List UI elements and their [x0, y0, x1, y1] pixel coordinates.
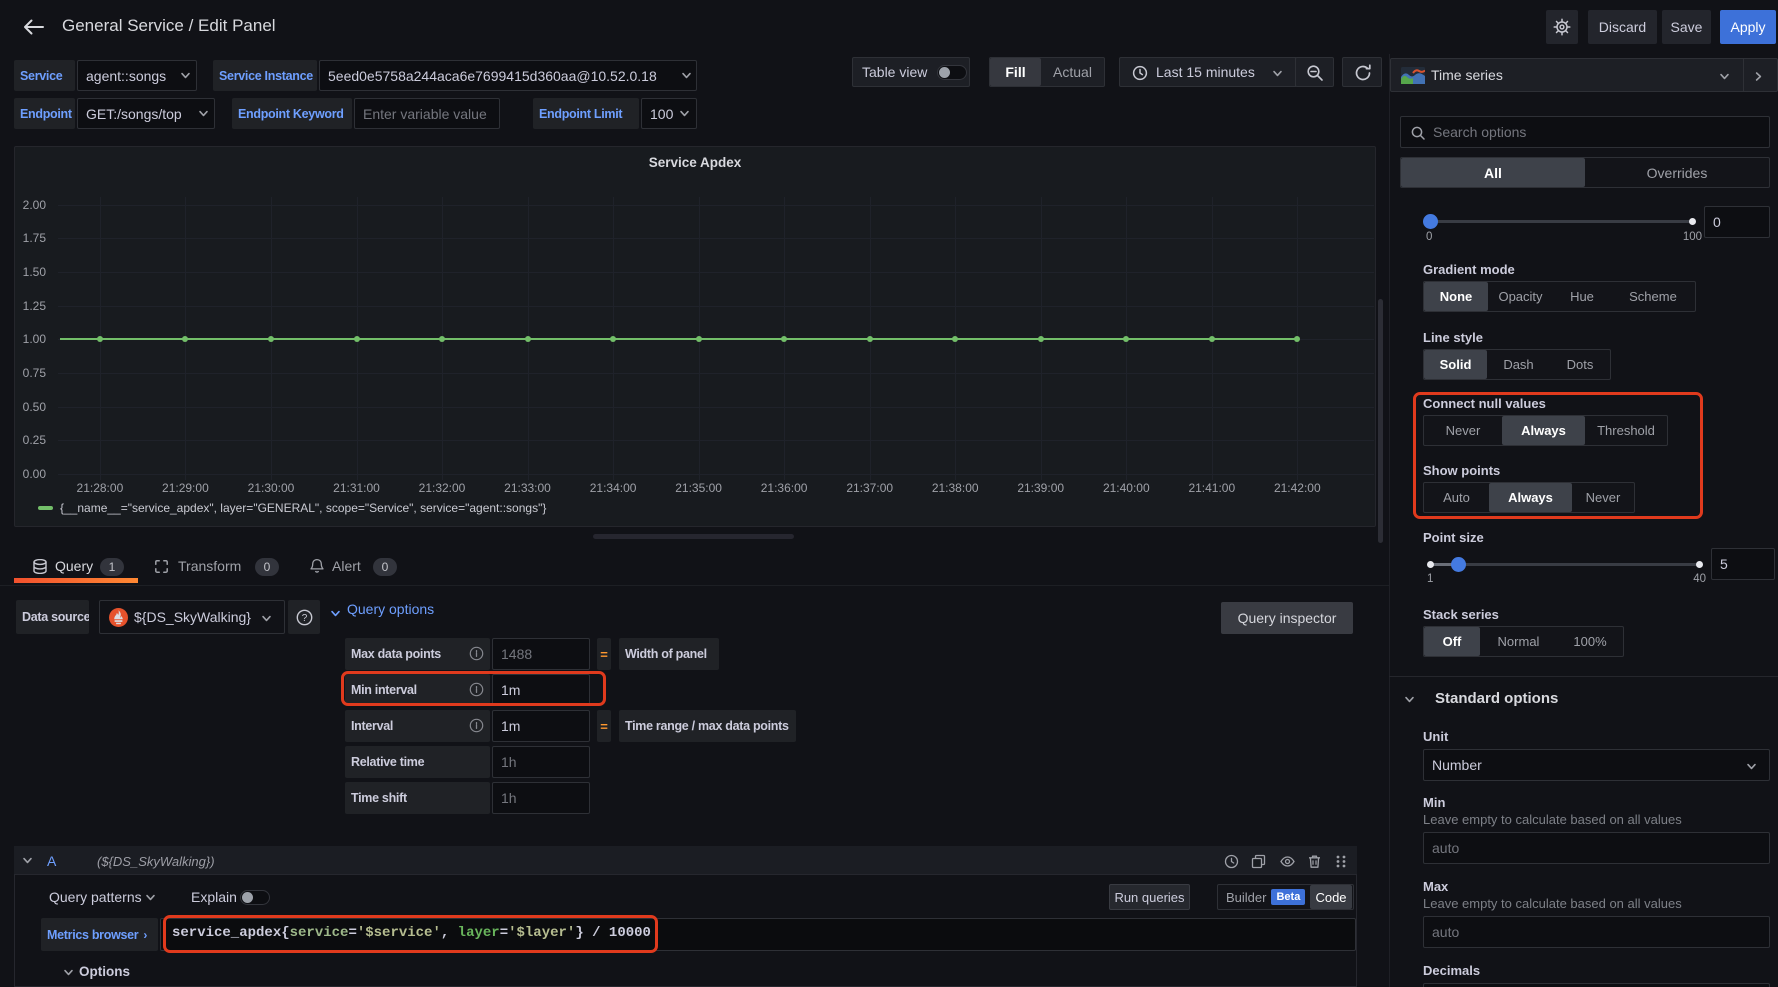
svg-text:?: ?	[302, 613, 308, 624]
